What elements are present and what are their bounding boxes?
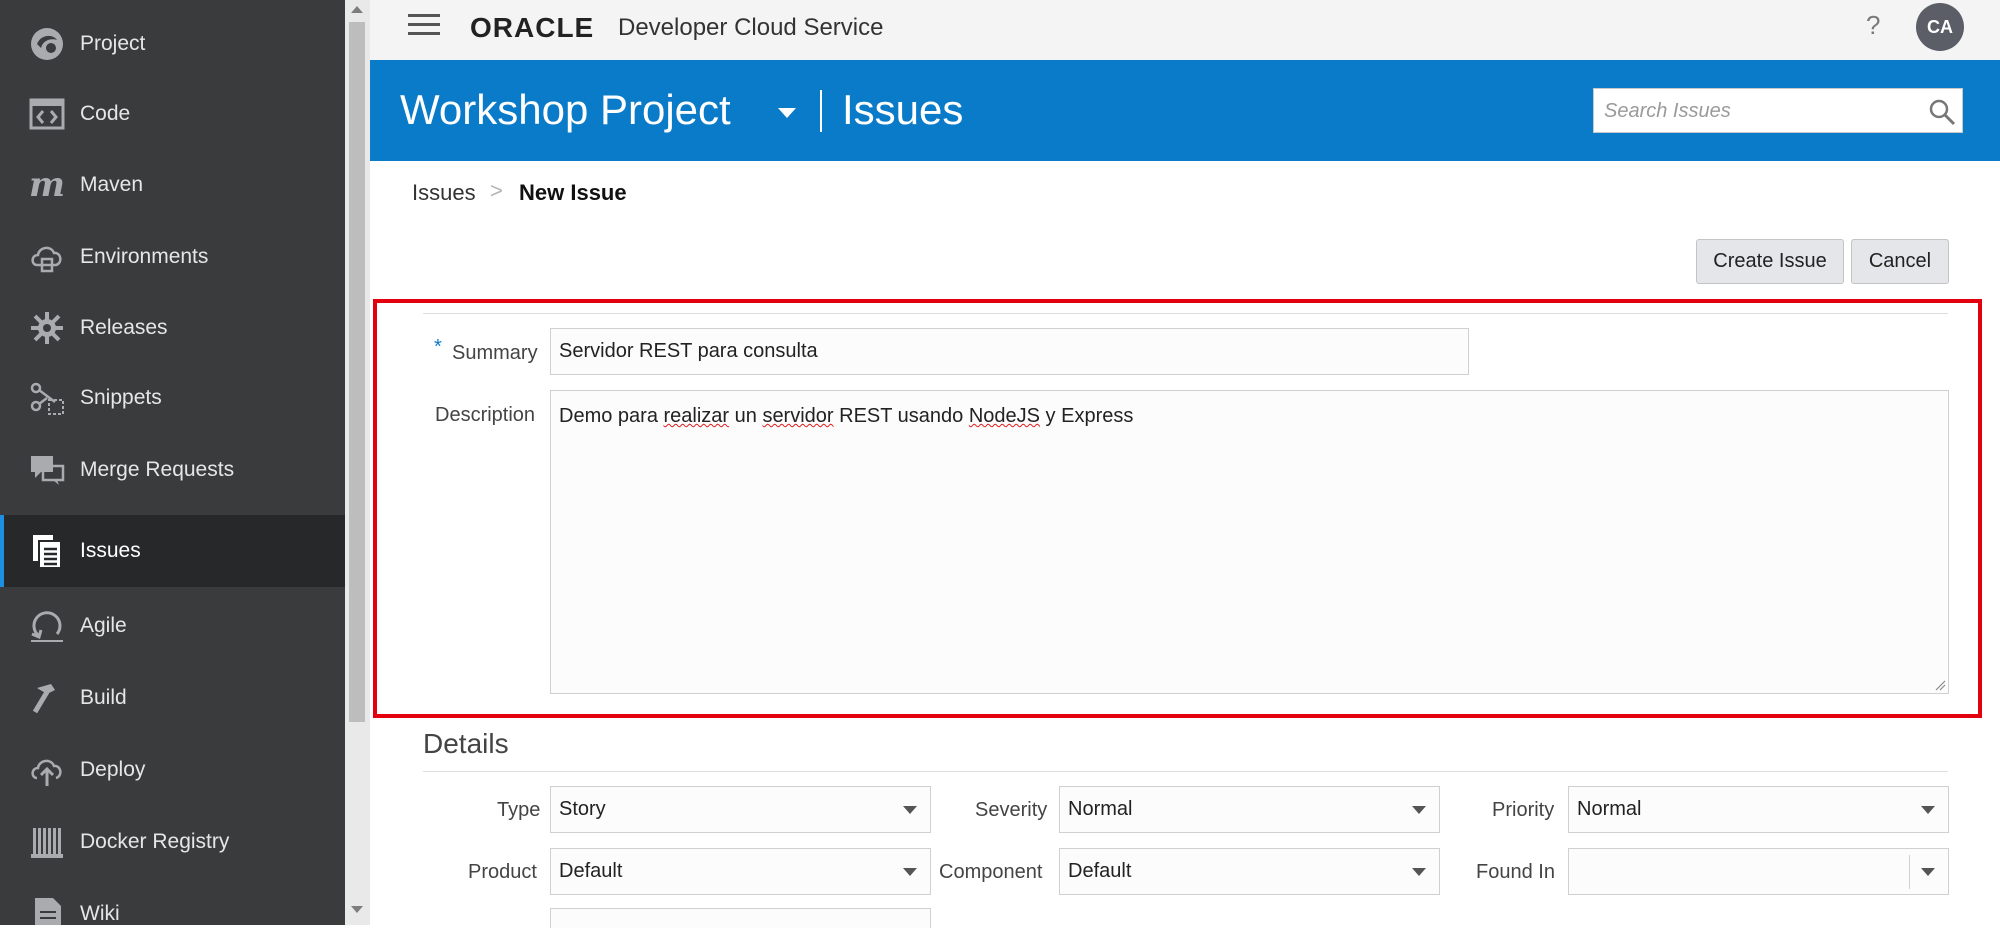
breadcrumb-issues-link[interactable]: Issues bbox=[412, 180, 476, 206]
page-title: Issues bbox=[842, 86, 964, 133]
sidebar-scrollbar[interactable] bbox=[345, 0, 370, 925]
sidebar-item-project[interactable]: Project bbox=[0, 8, 345, 80]
sidebar-item-merge-requests[interactable]: Merge Requests bbox=[0, 434, 345, 506]
build-icon bbox=[28, 679, 66, 717]
partial-field[interactable] bbox=[550, 908, 931, 928]
help-icon[interactable]: ? bbox=[1866, 10, 1880, 41]
chevron-down-icon bbox=[903, 868, 917, 876]
sidebar-item-code[interactable]: Code bbox=[0, 78, 345, 150]
sidebar-item-label: Merge Requests bbox=[80, 458, 235, 481]
type-label: Type bbox=[497, 799, 541, 821]
chevron-down-icon[interactable] bbox=[778, 108, 796, 118]
found-in-select[interactable] bbox=[1568, 848, 1949, 895]
chevron-down-icon bbox=[1412, 868, 1426, 876]
sidebar-item-wiki[interactable]: Wiki bbox=[0, 878, 345, 925]
sidebar-item-label: Code bbox=[80, 102, 131, 125]
project-title[interactable]: Workshop Project bbox=[400, 86, 731, 134]
sidebar-item-releases[interactable]: Releases bbox=[0, 292, 345, 364]
found-in-label: Found In bbox=[1476, 861, 1555, 883]
environments-icon bbox=[28, 238, 66, 276]
details-heading: Details bbox=[423, 728, 509, 759]
sidebar-item-docker-registry[interactable]: Docker Registry bbox=[0, 806, 345, 878]
type-value: Story bbox=[559, 798, 606, 820]
chevron-down-icon bbox=[1921, 868, 1935, 876]
scroll-up-arrow-icon[interactable] bbox=[351, 6, 363, 13]
select-separator bbox=[1909, 855, 1910, 889]
product-name: Developer Cloud Service bbox=[618, 14, 884, 41]
severity-select[interactable]: Normal bbox=[1059, 786, 1440, 833]
component-label: Component bbox=[939, 861, 1043, 883]
severity-value: Normal bbox=[1068, 798, 1133, 820]
scroll-down-arrow-icon[interactable] bbox=[351, 906, 363, 913]
search-box bbox=[1593, 88, 1963, 134]
highlight-annotation bbox=[373, 299, 1982, 718]
sidebar-item-issues[interactable]: Issues bbox=[0, 515, 345, 587]
search-icon[interactable] bbox=[1928, 98, 1956, 126]
oracle-logo: ORACLE bbox=[470, 12, 595, 43]
agile-icon bbox=[28, 607, 66, 645]
component-value: Default bbox=[1068, 860, 1132, 882]
sidebar-item-label: Maven bbox=[80, 173, 144, 196]
sidebar-item-maven[interactable]: m Maven bbox=[0, 149, 345, 221]
priority-value: Normal bbox=[1577, 798, 1642, 820]
sidebar-item-label: Environments bbox=[80, 245, 209, 268]
chevron-down-icon bbox=[1412, 806, 1426, 814]
breadcrumb-current: New Issue bbox=[519, 180, 627, 205]
avatar[interactable]: CA bbox=[1916, 3, 1964, 51]
product-value: Default bbox=[559, 860, 623, 882]
sidebar-item-label: Releases bbox=[80, 316, 168, 339]
sidebar-item-label: Build bbox=[80, 686, 127, 709]
code-icon bbox=[28, 95, 66, 133]
create-issue-button[interactable]: Create Issue bbox=[1696, 239, 1844, 284]
sidebar-item-environments[interactable]: Environments bbox=[0, 221, 345, 293]
header-divider bbox=[820, 90, 822, 132]
cancel-button[interactable]: Cancel bbox=[1851, 239, 1949, 284]
wiki-icon bbox=[28, 895, 66, 925]
component-select[interactable]: Default bbox=[1059, 848, 1440, 895]
priority-label: Priority bbox=[1492, 799, 1555, 821]
priority-select[interactable]: Normal bbox=[1568, 786, 1949, 833]
chevron-down-icon bbox=[903, 806, 917, 814]
type-select[interactable]: Story bbox=[550, 786, 931, 833]
issues-icon bbox=[28, 532, 66, 570]
deploy-icon bbox=[28, 751, 66, 789]
scrollbar-thumb[interactable] bbox=[349, 22, 365, 722]
svg-text:m: m bbox=[29, 167, 65, 203]
maven-icon: m bbox=[28, 166, 66, 204]
docker-registry-icon bbox=[28, 823, 66, 861]
sidebar-item-label: Issues bbox=[80, 539, 141, 562]
sidebar-item-label: Agile bbox=[80, 614, 127, 637]
sidebar-item-label: Project bbox=[80, 32, 146, 55]
chevron-down-icon bbox=[1921, 806, 1935, 814]
divider bbox=[423, 771, 1948, 772]
product-label: Product bbox=[468, 861, 537, 883]
sidebar-item-build[interactable]: Build bbox=[0, 662, 345, 734]
sidebar-item-label: Deploy bbox=[80, 758, 146, 781]
snippets-icon bbox=[28, 379, 66, 417]
project-header: Workshop Project Issues bbox=[370, 60, 2000, 161]
product-select[interactable]: Default bbox=[550, 848, 931, 895]
sidebar-item-snippets[interactable]: Snippets bbox=[0, 362, 345, 434]
top-bar: ORACLE Developer Cloud Service ? CA bbox=[370, 0, 2000, 60]
hamburger-menu-icon[interactable] bbox=[408, 14, 440, 40]
sidebar-item-label: Snippets bbox=[80, 386, 162, 409]
search-input[interactable] bbox=[1602, 89, 1906, 134]
severity-label: Severity bbox=[975, 799, 1048, 821]
breadcrumb-separator-icon: > bbox=[490, 178, 503, 203]
sidebar-item-agile[interactable]: Agile bbox=[0, 590, 345, 662]
sidebar-item-label: Wiki bbox=[80, 902, 120, 925]
project-icon bbox=[28, 25, 66, 63]
releases-icon bbox=[28, 309, 66, 347]
sidebar-item-deploy[interactable]: Deploy bbox=[0, 734, 345, 806]
merge-requests-icon bbox=[28, 451, 66, 489]
sidebar-item-label: Docker Registry bbox=[80, 830, 230, 853]
sidebar: Project Code m Maven Environments Releas… bbox=[0, 0, 345, 925]
